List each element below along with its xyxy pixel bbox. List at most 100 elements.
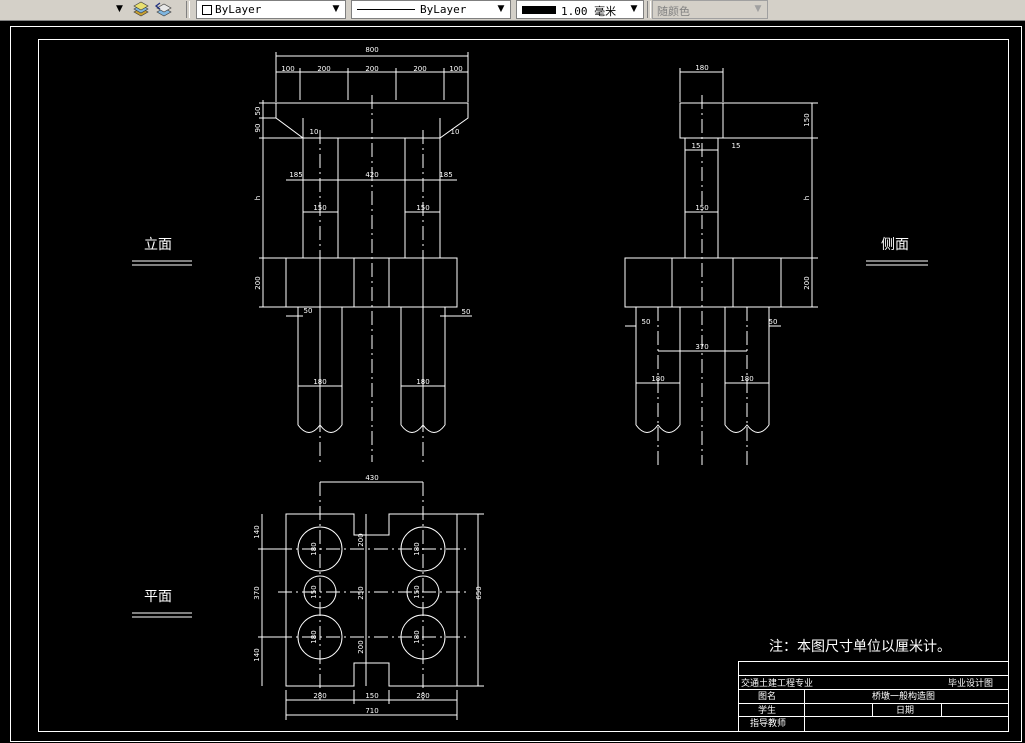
dim-p-d1: 180 [310,542,318,555]
dim-p-200a: 200 [357,533,365,546]
dim-e-s3: 200 [365,65,378,73]
elevation-view [259,52,472,462]
dim-e-s4: 200 [413,65,426,73]
title-block-specialty: 交通土建工程专业 [741,677,813,689]
color-swatch-icon [202,5,212,15]
label-plan: 平面 [144,589,172,605]
dim-p-370: 370 [253,586,261,599]
dim-e-cap1: 50 [254,107,262,116]
layers-stack-icon [133,1,149,17]
toolbar-separator [186,1,190,18]
dim-p-d3: 150 [310,585,318,598]
dim-s-h: h [803,196,811,200]
side-pile-right [724,307,770,465]
title-block-drawing-name-label: 图名 [758,690,776,702]
color-combo[interactable]: ByLayer ▼ [196,0,346,19]
inner-frame [38,39,1009,732]
dim-s-off-l: 50 [642,318,651,326]
linetype-combo[interactable]: ByLayer ▼ [351,0,511,19]
plan-view [258,481,484,720]
dim-e-ch-r: 10 [451,128,460,136]
title-block-advisor-label: 指导教师 [750,717,786,729]
dim-e-col-r: 150 [416,204,429,212]
plotstyle-combo[interactable]: 随颜色 ▼ [652,0,768,19]
dim-p-140b: 140 [253,648,261,661]
dim-s-pile-r: 180 [740,375,753,383]
dim-s-off-r: 50 [769,318,778,326]
dim-s-cap-h: 150 [803,113,811,126]
side-view [624,68,818,465]
title-block-date-label: 日期 [896,705,914,716]
dim-p-b1: 280 [313,692,326,700]
dim-e-total: 800 [365,46,378,54]
dim-e-s5: 100 [449,65,462,73]
view-labels: 立面 侧面 平面 [132,237,928,618]
plan-footing [285,513,458,687]
plan-dims: 430 140 370 140 650 200 250 200 180 180 … [253,474,483,715]
layer-dropdown-arrow[interactable]: ▼ [116,0,128,19]
dim-p-d2: 180 [413,542,421,555]
dim-e-c1: 185 [289,171,302,179]
dim-e-s1: 100 [281,65,294,73]
side-dims: 180 150 15 15 h 150 200 50 50 370 180 18… [642,64,811,383]
lineweight-combo[interactable]: 1.00 毫米 ▼ [516,0,644,19]
dim-p-b2: 150 [365,692,378,700]
linetype-combo-value: ByLayer [420,3,467,16]
dim-s-foot-h: 200 [803,276,811,289]
dim-e-c2: 420 [365,171,378,179]
dim-p-b3: 280 [416,692,429,700]
side-pile-left [635,307,681,465]
dim-s-top: 180 [695,64,708,72]
lineweight-preview-bar [522,6,556,14]
layer-states-icon[interactable] [132,0,150,19]
dim-e-s2: 200 [317,65,330,73]
dim-p-200b: 200 [357,640,365,653]
title-block-doc-type: 毕业设计图 [948,677,993,689]
label-elevation: 立面 [144,237,172,253]
dim-e-off-r: 50 [462,308,471,316]
drawing-note: 注：本图尺寸单位以厘米计。 [769,639,951,655]
drawing-canvas[interactable]: 800 100 200 200 200 100 50 90 10 10 185 … [0,20,1025,743]
chevron-down-icon[interactable]: ▼ [329,2,343,17]
dim-e-h: h [254,196,262,200]
dim-e-pile-l: 180 [313,378,326,386]
dim-e-c3: 185 [439,171,452,179]
title-block-drawing-name-value: 桥墩一般构造图 [872,690,935,702]
dim-e-ch-l: 10 [310,128,319,136]
lineweight-combo-value: 1.00 毫米 [561,5,617,18]
chevron-down-icon[interactable]: ▼ [494,2,508,17]
dim-e-off-l: 50 [304,307,313,315]
elevation-dims: 800 100 200 200 200 100 50 90 10 10 185 … [254,46,470,386]
dim-e-cap2: 90 [254,124,262,133]
dim-e-foot-h: 200 [254,276,262,289]
chevron-down-icon[interactable]: ▼ [627,2,641,17]
linetype-preview-line [357,9,415,10]
dim-p-d5: 180 [310,630,318,643]
properties-toolbar: ▼ ByLayer ▼ ByLayer ▼ 1.00 毫米 ▼ 随颜色 ▼ [0,0,1025,21]
chevron-down-icon[interactable]: ▼ [751,2,765,17]
dim-s-pile-l: 180 [651,375,664,383]
color-combo-value: ByLayer [215,3,262,16]
dim-e-pile-r: 180 [416,378,429,386]
dim-s-15b: 15 [732,142,741,150]
dim-p-650: 650 [475,586,483,599]
dim-p-total: 710 [365,707,378,715]
toolbar-separator [647,1,651,18]
dim-s-15a: 15 [692,142,701,150]
dim-p-top: 430 [365,474,378,482]
dim-p-250: 250 [357,586,365,599]
dim-p-d6: 180 [413,630,421,643]
title-block-student-label: 学生 [758,704,776,716]
title-block: 交通土建工程专业 毕业设计图 图名 桥墩一般构造图 学生 日期 指导教师 [738,661,1009,732]
outer-frame [10,26,1022,742]
plotstyle-combo-value: 随颜色 [657,5,690,18]
side-footing [624,257,782,308]
label-side: 侧面 [881,237,909,253]
layer-previous-arrow-icon [154,2,172,17]
dim-p-140a: 140 [253,525,261,538]
dim-e-col-l: 150 [313,204,326,212]
dim-s-mid: 370 [695,343,708,351]
layer-previous-icon[interactable] [154,0,172,19]
dim-s-col: 150 [695,204,708,212]
dim-p-d4: 150 [413,585,421,598]
